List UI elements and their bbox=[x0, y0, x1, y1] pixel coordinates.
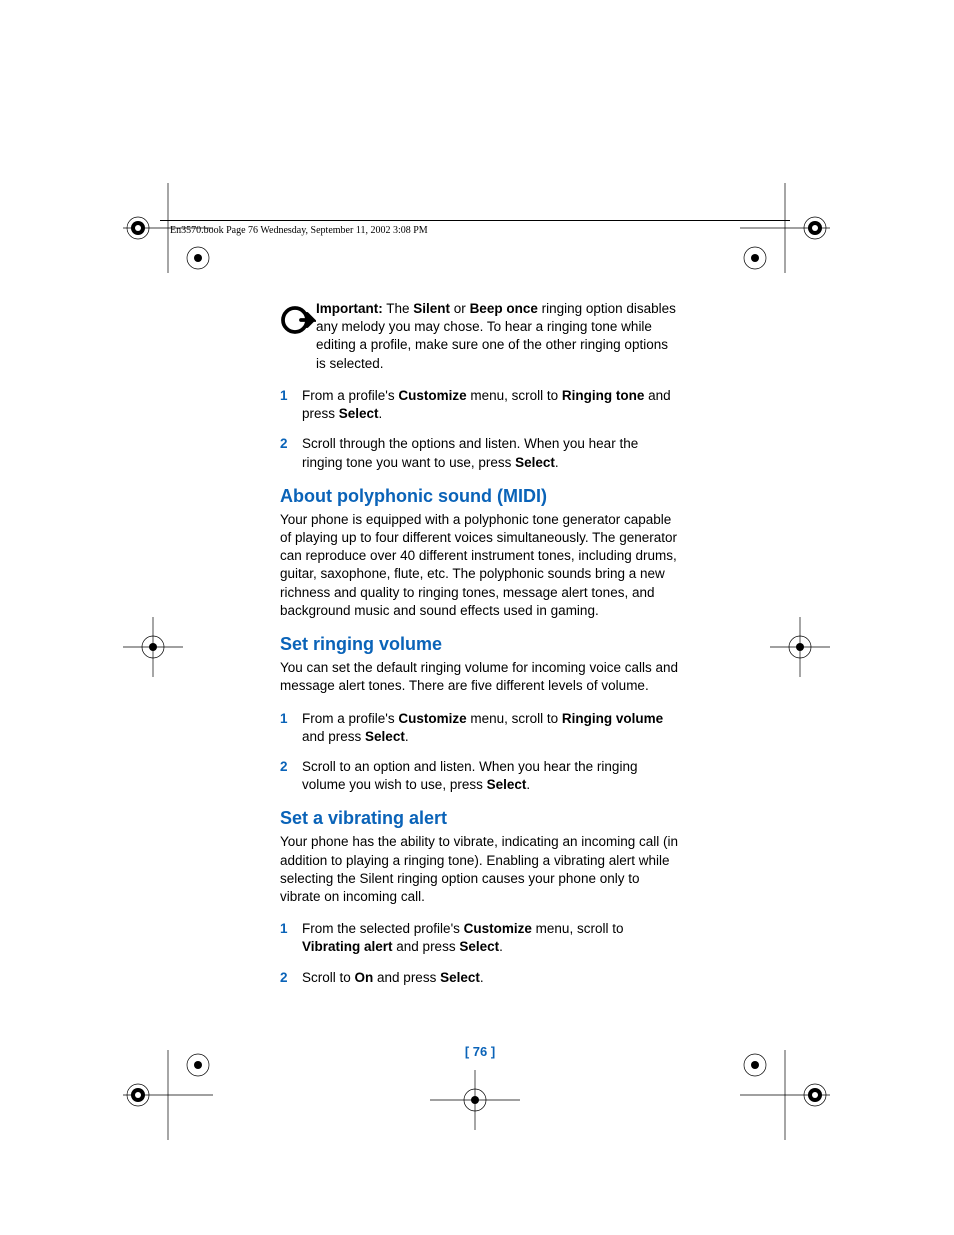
important-label: Important: bbox=[316, 301, 383, 316]
t: . bbox=[499, 939, 503, 954]
t: Select bbox=[515, 455, 555, 470]
t: Select bbox=[365, 729, 405, 744]
t: Select bbox=[487, 777, 527, 792]
t: and press bbox=[393, 939, 460, 954]
registration-mark-icon bbox=[430, 1070, 520, 1135]
t: Scroll to an option and listen. When you… bbox=[302, 759, 637, 792]
t: and press bbox=[302, 729, 365, 744]
step-number: 2 bbox=[280, 969, 302, 987]
t: menu, scroll to bbox=[467, 711, 562, 726]
heading-ringing-volume: Set ringing volume bbox=[280, 634, 680, 655]
t: Customize bbox=[464, 921, 532, 936]
t: Scroll through the options and listen. W… bbox=[302, 436, 638, 469]
step-text: From the selected profile's Customize me… bbox=[302, 920, 680, 956]
t: Select bbox=[440, 970, 480, 985]
t: Select bbox=[339, 406, 379, 421]
step-number: 1 bbox=[280, 710, 302, 746]
registration-mark-icon bbox=[123, 183, 213, 278]
registration-mark-icon bbox=[740, 183, 830, 278]
t: Select bbox=[459, 939, 499, 954]
important-text: Important: The Silent or Beep once ringi… bbox=[316, 300, 680, 373]
t: Vibrating alert bbox=[302, 939, 393, 954]
registration-mark-icon bbox=[123, 617, 183, 682]
list-item: 2 Scroll to On and press Select. bbox=[280, 969, 680, 987]
body-ringing-volume: You can set the default ringing volume f… bbox=[280, 659, 680, 695]
body-polyphonic: Your phone is equipped with a polyphonic… bbox=[280, 511, 680, 620]
steps-ringing-tone: 1 From a profile's Customize menu, scrol… bbox=[280, 387, 680, 472]
registration-mark-icon bbox=[123, 1050, 213, 1145]
list-item: 1 From the selected profile's Customize … bbox=[280, 920, 680, 956]
step-text: Scroll to an option and listen. When you… bbox=[302, 758, 680, 794]
step-text: Scroll through the options and listen. W… bbox=[302, 435, 680, 471]
list-item: 2 Scroll through the options and listen.… bbox=[280, 435, 680, 471]
page-content: Important: The Silent or Beep once ringi… bbox=[280, 300, 680, 1001]
registration-mark-icon bbox=[740, 1050, 830, 1145]
t: . bbox=[379, 406, 383, 421]
body-vibrating-alert: Your phone has the ability to vibrate, i… bbox=[280, 833, 680, 906]
important-icon bbox=[280, 300, 316, 373]
step-text: From a profile's Customize menu, scroll … bbox=[302, 387, 680, 423]
t: menu, scroll to bbox=[467, 388, 562, 403]
t: . bbox=[405, 729, 409, 744]
t: Beep once bbox=[470, 301, 538, 316]
t: From a profile's bbox=[302, 711, 398, 726]
t: and press bbox=[373, 970, 440, 985]
t: Ringing volume bbox=[562, 711, 663, 726]
heading-vibrating-alert: Set a vibrating alert bbox=[280, 808, 680, 829]
t: From the selected profile's bbox=[302, 921, 464, 936]
step-number: 2 bbox=[280, 435, 302, 471]
header-rule bbox=[160, 220, 790, 221]
step-text: Scroll to On and press Select. bbox=[302, 969, 680, 987]
t: Ringing tone bbox=[562, 388, 644, 403]
important-note: Important: The Silent or Beep once ringi… bbox=[280, 300, 680, 373]
list-item: 1 From a profile's Customize menu, scrol… bbox=[280, 387, 680, 423]
page-number: [ 76 ] bbox=[280, 1044, 680, 1059]
step-number: 2 bbox=[280, 758, 302, 794]
steps-ringing-volume: 1 From a profile's Customize menu, scrol… bbox=[280, 710, 680, 795]
t: or bbox=[450, 301, 470, 316]
t: Customize bbox=[398, 711, 466, 726]
step-text: From a profile's Customize menu, scroll … bbox=[302, 710, 680, 746]
t: . bbox=[526, 777, 530, 792]
steps-vibrating-alert: 1 From the selected profile's Customize … bbox=[280, 920, 680, 987]
step-number: 1 bbox=[280, 920, 302, 956]
t: . bbox=[555, 455, 559, 470]
t: Silent bbox=[413, 301, 450, 316]
t: Customize bbox=[398, 388, 466, 403]
list-item: 1 From a profile's Customize menu, scrol… bbox=[280, 710, 680, 746]
t: On bbox=[355, 970, 374, 985]
heading-polyphonic: About polyphonic sound (MIDI) bbox=[280, 486, 680, 507]
list-item: 2 Scroll to an option and listen. When y… bbox=[280, 758, 680, 794]
t: menu, scroll to bbox=[532, 921, 624, 936]
t: Scroll to bbox=[302, 970, 355, 985]
t: . bbox=[480, 970, 484, 985]
t: From a profile's bbox=[302, 388, 398, 403]
t: The bbox=[383, 301, 414, 316]
step-number: 1 bbox=[280, 387, 302, 423]
registration-mark-icon bbox=[770, 617, 830, 682]
